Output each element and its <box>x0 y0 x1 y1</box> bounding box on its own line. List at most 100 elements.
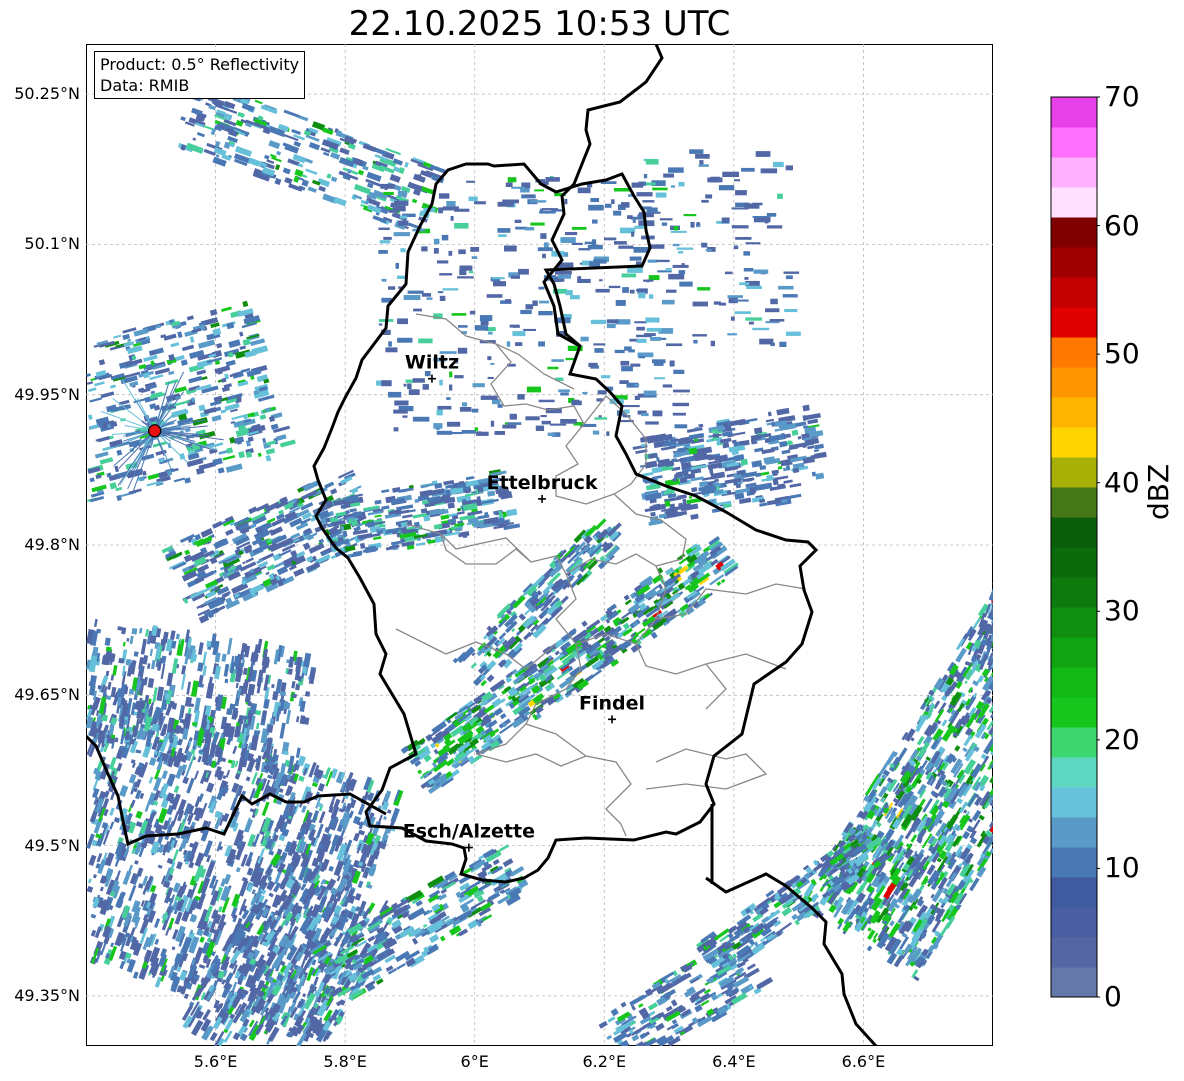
echo-cell <box>280 439 296 448</box>
echo-cell <box>194 770 199 780</box>
echo-cell <box>584 241 592 245</box>
echo-cell <box>116 706 120 714</box>
echo-cell <box>257 452 262 457</box>
echo-cell <box>666 289 677 293</box>
echo-cell <box>477 431 482 436</box>
echo-cell <box>265 448 276 455</box>
echo-cell <box>105 867 114 879</box>
echo-cell <box>397 191 407 197</box>
echo-cell <box>580 336 589 342</box>
echo-cell <box>743 251 750 256</box>
echo-cell <box>547 366 559 370</box>
echo-cell <box>282 167 291 175</box>
echo-cell <box>636 192 653 197</box>
echo-cell <box>221 653 227 662</box>
echo-cell <box>459 265 473 271</box>
echo-cell <box>759 338 774 345</box>
echo-cell <box>374 514 382 518</box>
echo-cell <box>614 241 627 245</box>
echo-cell <box>765 308 780 313</box>
echo-cell <box>470 247 480 252</box>
echo-cell <box>458 325 468 328</box>
echo-cell <box>301 805 307 814</box>
echo-cell <box>265 455 272 462</box>
echo-cell <box>180 359 188 366</box>
echo-cell <box>520 309 532 315</box>
echo-cell <box>264 501 281 513</box>
echo-cell <box>279 722 286 739</box>
map-title: 22.10.2025 10:53 UTC <box>348 4 731 44</box>
echo-cell <box>94 926 102 939</box>
echo-cell <box>730 316 735 321</box>
echo-cell <box>418 338 433 344</box>
echo-cell <box>494 431 505 435</box>
echo-cell <box>269 718 274 726</box>
echo-cell <box>739 439 750 447</box>
echo-cell <box>244 818 253 833</box>
echo-cell <box>570 295 580 300</box>
echo-cell <box>611 199 615 204</box>
echo-cell <box>587 244 603 250</box>
echo-cell <box>746 285 762 289</box>
echo-cell <box>454 375 464 379</box>
echo-cell <box>592 219 598 224</box>
echo-cell <box>86 373 91 377</box>
echo-cell <box>634 225 644 229</box>
echo-cell <box>357 169 365 176</box>
echo-cell <box>755 482 773 491</box>
echo-cell <box>752 216 768 219</box>
echo-cell <box>689 149 704 154</box>
echo-cell <box>469 310 476 315</box>
echo-cell <box>729 418 746 427</box>
echo-cell <box>185 427 191 433</box>
echo-cell <box>196 132 205 138</box>
echo-cell <box>490 420 495 427</box>
echo-cell <box>107 681 112 690</box>
radar-map[interactable]: WiltzEttelbruckFindelEsch/Alzette <box>86 44 993 1046</box>
echo-cell <box>99 886 104 892</box>
echo-cell <box>554 271 572 275</box>
echo-cell <box>622 287 629 293</box>
echo-cell <box>181 344 195 352</box>
echo-cell <box>697 287 711 291</box>
echo-cell <box>502 858 514 868</box>
echo-cell <box>643 174 648 179</box>
echo-cell <box>488 331 493 335</box>
echo-cell <box>283 750 289 756</box>
echo-cell <box>274 164 281 171</box>
echo-cell <box>180 116 186 122</box>
echo-cell <box>271 683 275 689</box>
echo-cell <box>791 429 799 436</box>
echo-cell <box>680 462 687 469</box>
echo-cell <box>517 394 525 400</box>
echo-cell <box>266 564 276 571</box>
echo-cell <box>538 399 555 403</box>
echo-cell <box>357 880 364 889</box>
echo-cell <box>551 359 564 362</box>
echo-cell <box>785 165 793 171</box>
echo-cell <box>672 264 689 268</box>
echo-cell <box>458 249 466 255</box>
echo-cell <box>119 784 129 798</box>
echo-cell <box>190 749 196 755</box>
echo-cell <box>402 514 413 519</box>
echo-cell <box>142 470 147 476</box>
echo-cell <box>487 356 492 361</box>
echo-cell <box>171 946 176 951</box>
echo-cell <box>437 291 444 294</box>
echo-cell <box>678 182 685 187</box>
echo-cell <box>497 228 511 233</box>
echo-cell <box>399 215 408 219</box>
echo-cell <box>745 242 761 245</box>
echo-cell <box>594 417 607 420</box>
echo-cell <box>226 108 238 114</box>
echo-cell <box>634 321 647 324</box>
echo-cell <box>560 237 576 243</box>
echo-cell <box>629 256 642 261</box>
echo-cell <box>672 412 686 416</box>
echo-cell <box>186 888 195 899</box>
echo-cell <box>688 495 693 499</box>
echo-cell <box>652 410 663 417</box>
echo-cell <box>199 936 205 943</box>
echo-cell <box>173 785 180 794</box>
